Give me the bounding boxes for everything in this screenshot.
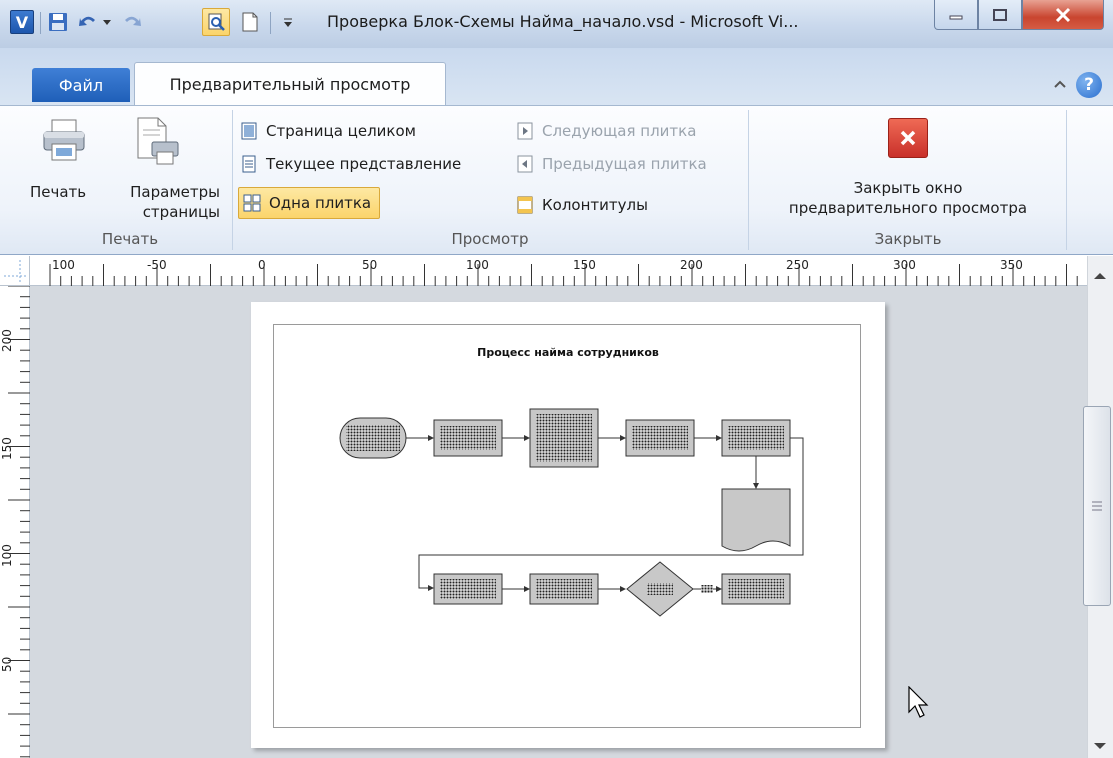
close-preview-icon[interactable] bbox=[888, 118, 928, 158]
process-shape bbox=[433, 419, 503, 457]
title-bar: V Проверка Блок-Схемы Найма_начало.vsd -… bbox=[0, 0, 1113, 49]
page-setup-label-line1: Параметры bbox=[130, 183, 220, 201]
scroll-down-icon[interactable] bbox=[1090, 738, 1110, 754]
group-separator bbox=[748, 110, 749, 250]
minimize-button[interactable] bbox=[934, 0, 978, 30]
minimize-ribbon-icon[interactable] bbox=[1052, 76, 1068, 92]
whole-page-icon bbox=[240, 122, 258, 140]
page-setup-label-line2: страницы bbox=[142, 203, 220, 221]
print-group-label: Печать bbox=[101, 230, 159, 248]
process-shape bbox=[721, 573, 791, 605]
headers-footers-icon bbox=[516, 196, 534, 214]
ruler-label: 200 bbox=[0, 329, 14, 352]
process-shape bbox=[433, 573, 503, 605]
tab-file[interactable]: Файл bbox=[32, 68, 130, 102]
help-icon[interactable]: ? bbox=[1076, 72, 1102, 98]
ruler-label: 50 bbox=[362, 258, 378, 272]
ruler-label: 100 bbox=[466, 258, 489, 272]
page-setup-button[interactable]: Параметры страницы bbox=[110, 182, 220, 222]
single-tile-button[interactable]: Одна плитка bbox=[238, 187, 381, 219]
whole-page-label: Страница целиком bbox=[266, 122, 416, 140]
previous-tile-button[interactable]: Предыдущая плитка bbox=[516, 150, 707, 178]
ruler-label: 350 bbox=[1000, 258, 1023, 272]
undo-icon[interactable] bbox=[76, 10, 100, 34]
undo-dropdown-icon[interactable] bbox=[100, 10, 114, 34]
new-page-icon[interactable] bbox=[238, 10, 262, 34]
ruler-label: 100 bbox=[0, 544, 14, 567]
close-icon bbox=[1055, 7, 1071, 22]
page-setup-icon[interactable] bbox=[130, 116, 180, 166]
process-shape bbox=[625, 419, 695, 457]
group-separator bbox=[232, 110, 233, 250]
process-shape bbox=[721, 419, 791, 457]
scroll-up-icon[interactable] bbox=[1090, 268, 1110, 284]
scrollbar-thumb[interactable] bbox=[1083, 406, 1111, 606]
ruler-label: 150 bbox=[573, 258, 596, 272]
close-preview-label-line1: Закрыть окно bbox=[853, 179, 963, 197]
single-tile-icon bbox=[243, 194, 261, 212]
print-preview-icon[interactable] bbox=[202, 8, 230, 36]
process-shape bbox=[529, 408, 599, 468]
group-separator bbox=[1066, 110, 1067, 250]
whole-page-button[interactable]: Страница целиком bbox=[240, 117, 416, 145]
ruler-label: 100 bbox=[52, 258, 75, 272]
horizontal-ruler: 100 -50 0 50 100 150 200 250 300 350 bbox=[0, 256, 1087, 286]
printer-icon[interactable] bbox=[40, 116, 88, 164]
visio-app-icon[interactable]: V bbox=[10, 10, 34, 34]
next-tile-button[interactable]: Следующая плитка bbox=[516, 117, 696, 145]
vertical-ruler: 200 150 100 50 bbox=[0, 286, 30, 758]
decision-shape bbox=[626, 561, 694, 617]
ruler-label: 0 bbox=[258, 258, 266, 272]
previous-tile-icon bbox=[516, 155, 534, 173]
close-group-label: Закрыть bbox=[874, 230, 942, 248]
maximize-button[interactable] bbox=[978, 0, 1022, 30]
minimize-icon bbox=[949, 15, 963, 19]
close-preview-button[interactable]: Закрыть окно предварительного просмотра bbox=[756, 178, 1060, 218]
ruler-label: 50 bbox=[0, 656, 14, 672]
window-title: Проверка Блок-Схемы Найма_начало.vsd - M… bbox=[327, 12, 799, 31]
tab-print-preview[interactable]: Предварительный просмотр bbox=[134, 62, 446, 106]
current-view-button[interactable]: Текущее представление bbox=[240, 150, 461, 178]
ruler-label: 300 bbox=[893, 258, 916, 272]
flowchart bbox=[339, 408, 804, 617]
preview-page: Процесс найма сотрудников bbox=[251, 302, 885, 748]
current-view-label: Текущее представление bbox=[266, 155, 462, 173]
mouse-cursor-icon bbox=[908, 685, 932, 720]
process-shape bbox=[529, 573, 599, 605]
next-tile-icon bbox=[516, 122, 534, 140]
ruler-label: -50 bbox=[147, 258, 167, 272]
close-preview-label-line2: предварительного просмотра bbox=[788, 199, 1028, 217]
next-tile-label: Следующая плитка bbox=[542, 122, 697, 140]
document-shape bbox=[721, 488, 791, 552]
terminator-shape bbox=[339, 417, 407, 459]
view-group-label: Просмотр bbox=[451, 230, 529, 248]
headers-footers-label: Колонтитулы bbox=[542, 196, 648, 214]
customize-quick-access-icon[interactable] bbox=[280, 10, 296, 34]
maximize-icon bbox=[993, 8, 1007, 21]
redo-icon[interactable] bbox=[120, 10, 144, 34]
ruler-label: 250 bbox=[786, 258, 809, 272]
ruler-label: 150 bbox=[0, 437, 14, 460]
separator bbox=[40, 12, 41, 34]
ruler-label: 200 bbox=[680, 258, 703, 272]
close-window-button[interactable] bbox=[1022, 0, 1104, 30]
single-tile-label: Одна плитка bbox=[269, 194, 372, 212]
connector-label bbox=[701, 585, 713, 593]
print-button[interactable]: Печать bbox=[30, 182, 86, 202]
separator bbox=[270, 12, 271, 34]
previous-tile-label: Предыдущая плитка bbox=[542, 155, 707, 173]
headers-footers-button[interactable]: Колонтитулы bbox=[516, 191, 648, 219]
ruler-origin[interactable] bbox=[0, 256, 30, 286]
save-icon[interactable] bbox=[46, 10, 70, 34]
current-view-icon bbox=[240, 155, 258, 173]
